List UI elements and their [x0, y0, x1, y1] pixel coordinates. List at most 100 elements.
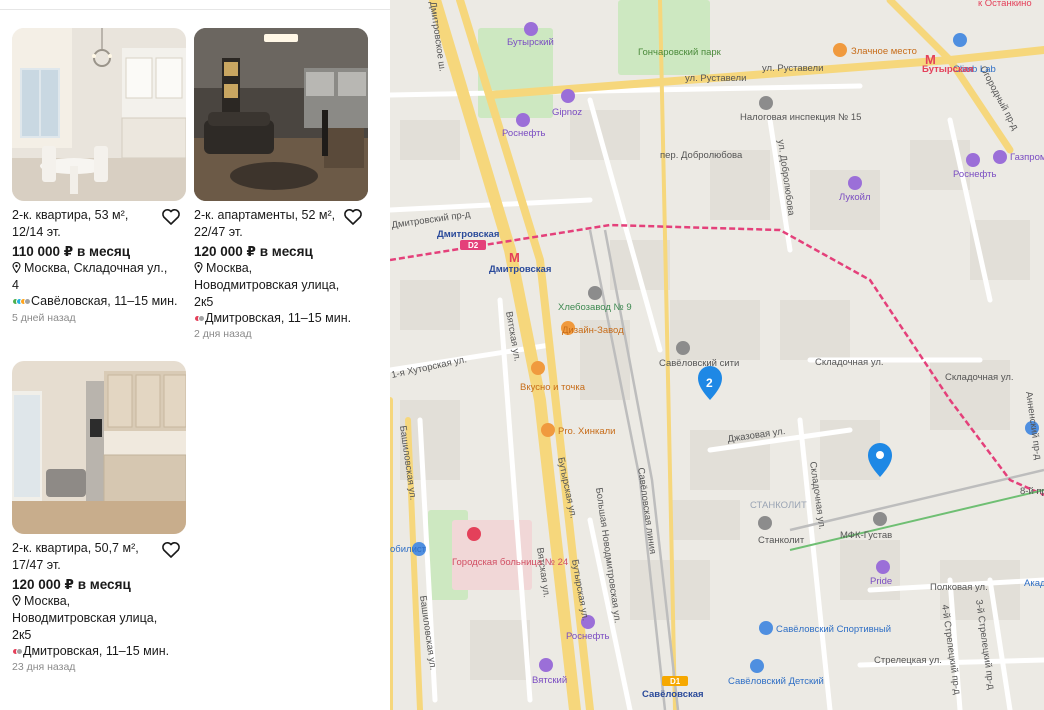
street-label: Складочная ул.: [815, 357, 884, 368]
listing-card[interactable]: 2-к. квартира, 50,7 м², 17/47 эт. 120 00…: [12, 361, 188, 677]
street-label: пер. Добролюбова: [660, 150, 743, 161]
poi-label: к Останкино: [978, 0, 1032, 9]
mcd-d2-label: D2: [468, 241, 479, 250]
sport-icon: [759, 621, 773, 635]
restaurant-icon: [833, 43, 847, 57]
landmark-icon: [588, 286, 602, 300]
poi-label: Pro. Хинкали: [558, 426, 615, 437]
poi-label: Дизайн-Завод: [562, 325, 624, 336]
poi-label: Хлебозавод № 9: [558, 302, 632, 313]
cinema-icon: [539, 658, 553, 672]
poi-label: Савёловская: [642, 689, 704, 700]
listing-metro: Дмитровская, 11–15 мин.: [12, 643, 184, 660]
street-label: ул. Руставели: [685, 73, 746, 84]
heart-icon[interactable]: [343, 208, 363, 226]
panel-divider: [0, 9, 390, 10]
street-label: Полковая ул.: [930, 582, 988, 593]
location-pin-icon: [194, 262, 203, 273]
poi-label: СТАНКОЛИТ: [750, 500, 807, 511]
poi-label: Газпром: [1010, 152, 1044, 163]
heart-icon[interactable]: [161, 208, 181, 226]
listing-card[interactable]: 2-к. апартаменты, 52 м², 22/47 эт. 120 0…: [194, 28, 370, 344]
street-label: Бутырская ул.: [555, 456, 579, 519]
metro-line-dots: [12, 643, 23, 660]
listing-price: 120 000 ₽ в месяц: [194, 244, 313, 259]
fastfood-icon: [531, 361, 545, 375]
business-center-icon: [676, 341, 690, 355]
poi-label: Савёловский Спортивный: [776, 624, 891, 635]
street-label: Вятская ул.: [534, 547, 552, 599]
sport-icon: [953, 33, 967, 47]
listing-title[interactable]: 2-к. апартаменты, 52 м², 22/47 эт.: [194, 207, 342, 241]
street-label: 8-й пр: [1020, 486, 1044, 497]
listing-metro-text: Дмитровская, 11–15 мин.: [205, 311, 352, 325]
poi-label: обилист: [390, 544, 427, 555]
poi-label: Дмитровская: [489, 264, 551, 275]
business-center-icon: [873, 512, 887, 526]
cluster-count: 2: [706, 376, 713, 390]
street-label: Складочная ул.: [945, 372, 1014, 383]
poi-label: Лукойл: [839, 192, 871, 203]
poi-label: Бутырская: [922, 64, 974, 75]
business-center-icon: [758, 516, 772, 530]
listing-metro: Савёловская, 11–15 мин.: [12, 293, 184, 310]
heart-icon[interactable]: [161, 541, 181, 559]
listing-address-text: Москва, Новодмитровская улица, 2к5: [194, 261, 340, 309]
poi-label: Gipnoz: [552, 107, 582, 118]
poi-label: Савёловский сити: [659, 358, 739, 369]
listing-title[interactable]: 2-к. квартира, 53 м², 12/14 эт.: [12, 207, 160, 241]
listing-address: Москва, Складочная ул., 4: [12, 260, 172, 294]
poi-label: Дмитровская: [437, 229, 499, 240]
poi-label: Злачное место: [851, 46, 917, 57]
listing-photo[interactable]: [194, 28, 368, 201]
poi-label: МФК-Густав: [840, 530, 892, 541]
poi-label: Роснефть: [953, 169, 996, 180]
listing-photo[interactable]: [12, 361, 186, 534]
listing-date: 23 дня назад: [12, 661, 76, 673]
location-pin-icon: [12, 595, 21, 606]
street-label: Стрелецкая ул.: [874, 655, 942, 666]
listing-metro-text: Савёловская, 11–15 мин.: [31, 294, 178, 308]
poi-label: Pride: [870, 576, 892, 587]
listing-price: 110 000 ₽ в месяц: [12, 244, 130, 259]
poi-label: Вкусно и точка: [520, 382, 586, 393]
map-canvas[interactable]: M M D2 D1 ул. Руставели ул. Руставели пе…: [390, 0, 1044, 710]
poi-label: Акад: [1024, 578, 1044, 589]
listing-title[interactable]: 2-к. квартира, 50,7 м², 17/47 эт.: [12, 540, 160, 574]
map[interactable]: M M D2 D1 ул. Руставели ул. Руставели пе…: [390, 0, 1044, 710]
mcd-d1-label: D1: [670, 677, 681, 686]
listing-card[interactable]: 2-к. квартира, 53 м², 12/14 эт. 110 000 …: [12, 28, 188, 328]
theatre-icon: [524, 22, 538, 36]
sport-icon: [750, 659, 764, 673]
fuel-icon: [966, 153, 980, 167]
poi-label: Роснефть: [502, 128, 545, 139]
street-label: Дмитровский пр-д: [391, 209, 472, 231]
listing-metro: Дмитровская, 11–15 мин.: [194, 310, 366, 327]
metro-icon: M: [509, 250, 520, 265]
poi-label: Вятский: [532, 675, 567, 686]
listing-photo[interactable]: [12, 28, 186, 201]
fuel-icon: [993, 150, 1007, 164]
office-icon: [759, 96, 773, 110]
listing-date: 5 дней назад: [12, 312, 76, 324]
location-pin-icon: [12, 262, 21, 273]
poi-label: Бутырский: [507, 37, 554, 48]
listing-address-text: Москва, Складочная ул., 4: [12, 261, 168, 292]
street-label: ул. Руставели: [762, 63, 823, 74]
poi-label: Роснефть: [566, 631, 609, 642]
listing-address: Москва, Новодмитровская улица, 2к5: [12, 593, 172, 644]
poi-label: Городская больница № 24: [452, 557, 568, 568]
listing-address-text: Москва, Новодмитровская улица, 2к5: [12, 594, 158, 642]
restaurant-icon: [541, 423, 555, 437]
street-label: 1-я Хуторская ул.: [390, 354, 467, 381]
listing-address: Москва, Новодмитровская улица, 2к5: [194, 260, 354, 311]
listing-price: 120 000 ₽ в месяц: [12, 577, 131, 592]
hospital-icon: [467, 527, 481, 541]
listing-date: 2 дня назад: [194, 328, 252, 340]
club-icon: [876, 560, 890, 574]
metro-line-dots: [194, 310, 205, 327]
listing-cluster-marker[interactable]: 2: [698, 366, 722, 400]
street-label: Бутырская ул.: [569, 559, 591, 622]
poi-label: Налоговая инспекция № 15: [740, 112, 861, 123]
poi-label: Гончаровский парк: [638, 47, 722, 58]
